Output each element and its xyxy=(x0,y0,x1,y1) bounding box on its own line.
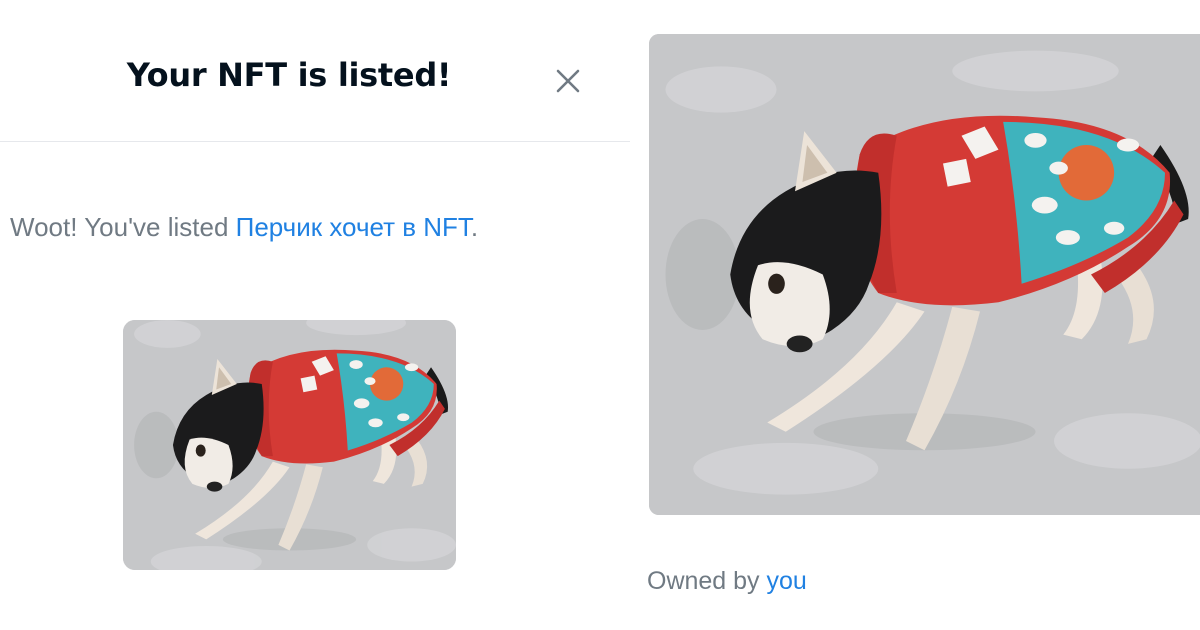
dog-in-sweater-image-large xyxy=(649,34,1200,515)
listing-modal: Your NFT is listed! Woot! You've listed … xyxy=(0,0,630,630)
ownership-line: Owned by you xyxy=(647,567,807,596)
dog-in-sweater-image xyxy=(123,320,456,570)
close-button[interactable] xyxy=(550,63,586,99)
message-suffix: . xyxy=(470,212,479,242)
owner-link[interactable]: you xyxy=(767,567,807,595)
listing-message: Woot! You've listed Перчик хочет в NFT. xyxy=(10,212,478,243)
nft-thumbnail xyxy=(123,320,456,570)
message-prefix: Woot! You've listed xyxy=(10,212,236,242)
owned-by-label: Owned by xyxy=(647,567,760,595)
nft-name-link[interactable]: Перчик хочет в NFT xyxy=(236,212,471,242)
modal-title: Your NFT is listed! xyxy=(126,56,452,94)
close-icon xyxy=(556,69,580,93)
modal-header: Your NFT is listed! xyxy=(0,0,630,142)
nft-preview-image[interactable] xyxy=(649,34,1200,515)
